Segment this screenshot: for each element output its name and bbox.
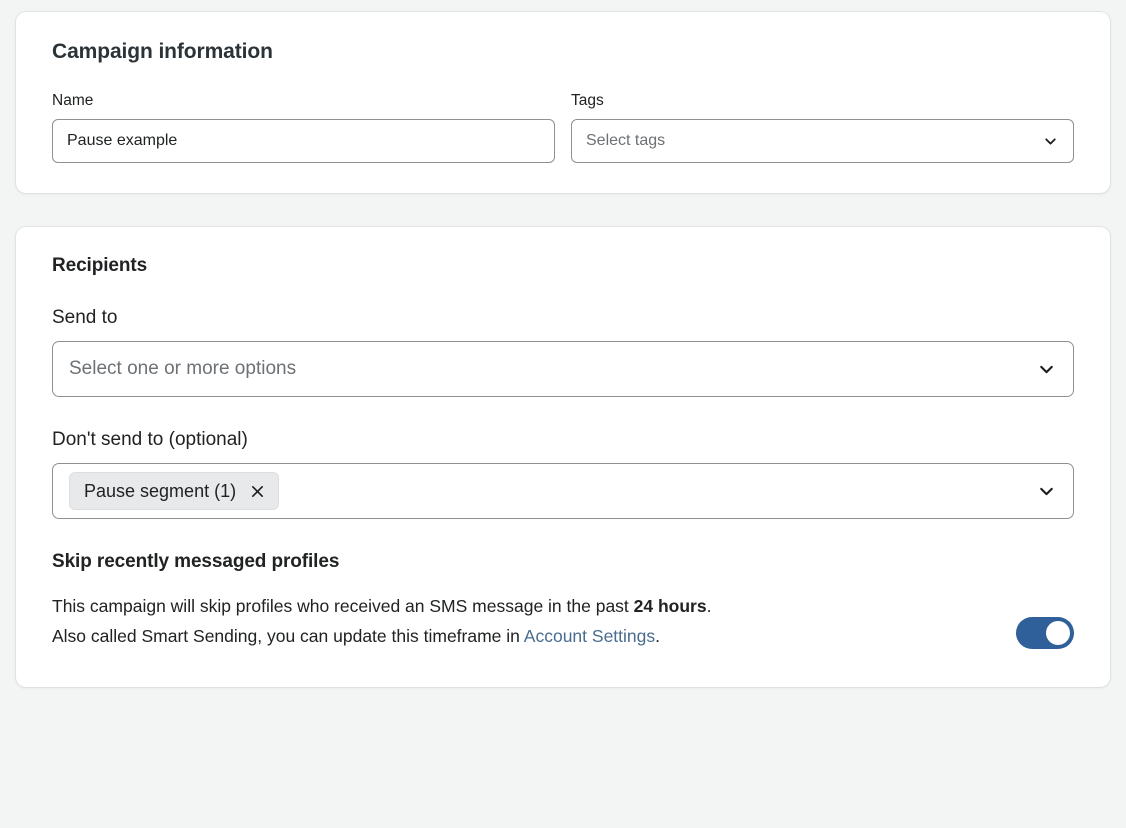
smart-sending-line-1-before: This campaign will skip profiles who rec… — [52, 596, 634, 616]
recipients-card: Recipients Send to Select one or more op… — [16, 227, 1110, 687]
name-field-label: Name — [52, 92, 555, 110]
toggle-knob — [1046, 621, 1070, 645]
tags-select-value: Select tags — [586, 132, 665, 150]
account-settings-link[interactable]: Account Settings — [524, 626, 655, 646]
chevron-down-icon — [1035, 480, 1057, 502]
page-title: Campaign information — [52, 40, 1074, 64]
chevron-down-icon — [1035, 358, 1057, 380]
selected-segment-chips: Pause segment (1) — [69, 472, 279, 511]
send-to-select-value: Select one or more options — [69, 358, 296, 380]
name-field-group: Name — [52, 92, 555, 163]
campaign-settings-page: Campaign information Name Tags Select ta… — [0, 0, 1126, 687]
smart-sending-line-2: Also called Smart Sending, you can updat… — [52, 621, 711, 651]
send-to-label: Send to — [52, 307, 1074, 329]
segment-chip-label: Pause segment (1) — [84, 480, 236, 503]
smart-sending-heading: Skip recently messaged profiles — [52, 551, 1074, 573]
card-spacer — [16, 193, 1110, 227]
smart-sending-line-2-after: . — [655, 626, 660, 646]
close-icon[interactable] — [248, 482, 266, 500]
smart-sending-description: This campaign will skip profiles who rec… — [52, 591, 711, 651]
smart-sending-line-1: This campaign will skip profiles who rec… — [52, 591, 711, 621]
smart-sending-row: This campaign will skip profiles who rec… — [52, 591, 1074, 651]
tags-select[interactable]: Select tags — [571, 119, 1074, 163]
tags-field-label: Tags — [571, 92, 1074, 110]
smart-sending-timeframe: 24 hours — [634, 596, 707, 616]
smart-sending-line-2-before: Also called Smart Sending, you can updat… — [52, 626, 524, 646]
dont-send-to-group: Don't send to (optional) Pause segment (… — [52, 429, 1074, 519]
campaign-fields-row: Name Tags Select tags — [52, 92, 1074, 163]
dont-send-to-select[interactable]: Pause segment (1) — [52, 463, 1074, 519]
smart-sending-line-1-after: . — [707, 596, 712, 616]
tags-field-group: Tags Select tags — [571, 92, 1074, 163]
campaign-name-input[interactable] — [52, 119, 555, 163]
dont-send-to-label: Don't send to (optional) — [52, 429, 1074, 451]
campaign-information-card: Campaign information Name Tags Select ta… — [16, 12, 1110, 193]
smart-sending-group: Skip recently messaged profiles This cam… — [52, 551, 1074, 651]
smart-sending-toggle[interactable] — [1016, 617, 1074, 649]
segment-chip[interactable]: Pause segment (1) — [69, 472, 279, 511]
send-to-select[interactable]: Select one or more options — [52, 341, 1074, 397]
chevron-down-icon — [1041, 132, 1059, 150]
recipients-heading: Recipients — [52, 255, 1074, 277]
send-to-group: Send to Select one or more options — [52, 307, 1074, 397]
